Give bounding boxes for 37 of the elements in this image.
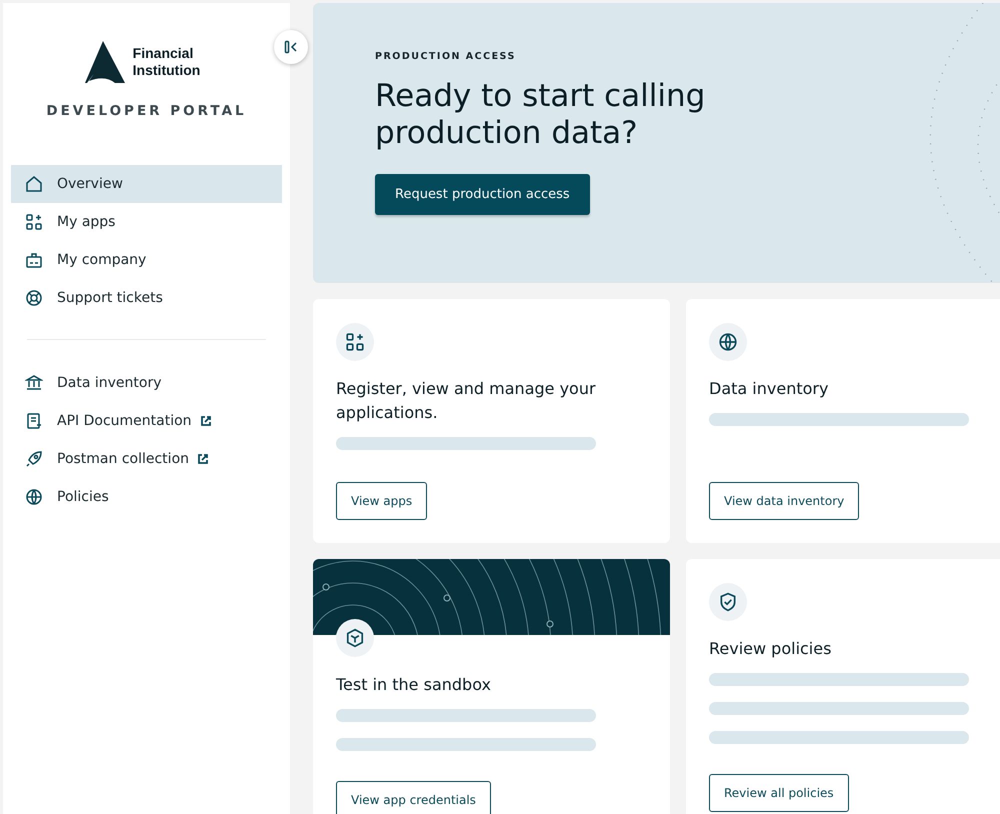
card-title: Register, view and manage your applications. [336,378,597,424]
nav-item[interactable]: Policies [11,478,282,516]
logo-text: Institution [132,62,200,79]
rocket-icon [25,450,43,468]
hero-title: Ready to start calling production data? [375,78,706,152]
home-icon [25,175,43,193]
globe-icon [25,488,43,506]
apps-grid-icon [25,213,43,231]
card-button[interactable]: View data inventory [709,482,860,520]
document-icon [25,412,43,430]
card-title: Data inventory [709,378,830,400]
collapse-icon [284,40,298,54]
globe-icon [718,332,738,352]
bank-icon [25,374,43,392]
nav-item[interactable]: Support tickets [11,279,282,317]
nav-item[interactable]: Postman collection [11,440,282,478]
nav-item[interactable]: My apps [11,203,282,241]
nav-item[interactable]: Data inventory [11,364,282,402]
nav-item[interactable]: API Documentation [11,402,282,440]
nav-item[interactable]: Overview [11,165,282,203]
apps-grid-icon [345,332,365,352]
lifebuoy-icon [25,289,43,307]
nav-item[interactable]: My company [11,241,282,279]
cube-icon [345,628,365,648]
card-button[interactable]: View app credentials [336,781,491,814]
collapse-sidebar-button[interactable] [274,30,308,64]
card-title: Review policies [709,638,832,660]
card-button[interactable]: Review all policies [709,774,849,812]
logo-icon [84,41,125,83]
shield-check-icon [718,592,738,612]
hero-eyebrow: PRODUCTION ACCESS [375,51,517,62]
request-access-button[interactable]: Request production access [375,174,590,215]
card-button[interactable]: View apps [336,482,428,520]
card-title: Test in the sandbox [336,674,492,696]
portal-title: DEVELOPER PORTAL [45,103,248,119]
logo-text: Financial [132,45,194,62]
briefcase-icon [25,251,43,269]
